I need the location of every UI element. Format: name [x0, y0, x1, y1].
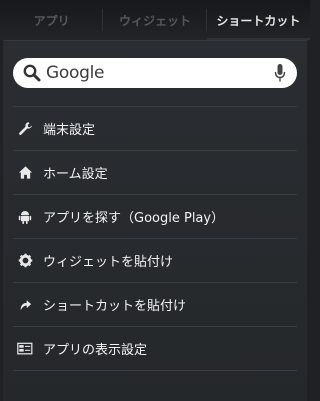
- menu-item-home-settings[interactable]: ホーム設定: [13, 151, 297, 195]
- tab-apps[interactable]: アプリ: [0, 0, 104, 40]
- home-icon: [17, 165, 33, 181]
- app-display-icon: [17, 341, 33, 357]
- wrench-icon: [17, 121, 33, 137]
- android-icon: [17, 209, 33, 225]
- gear-icon: [17, 253, 33, 269]
- microphone-icon[interactable]: [273, 63, 287, 83]
- tab-label: ウィジェット: [118, 13, 191, 28]
- menu-item-paste-shortcut[interactable]: ショートカットを貼付け: [13, 283, 297, 327]
- tab-widgets[interactable]: ウィジェット: [103, 0, 207, 40]
- menu-item-label: ショートカットを貼付け: [43, 299, 187, 314]
- tab-label: アプリ: [33, 13, 70, 28]
- menu-item-find-apps[interactable]: アプリを探す（Google Play）: [13, 195, 297, 239]
- tab-label: ショートカット: [216, 13, 301, 28]
- search-input[interactable]: Google: [46, 63, 273, 83]
- tab-shortcuts[interactable]: ショートカット: [206, 0, 310, 40]
- menu-item-device-settings[interactable]: 端末設定: [13, 107, 297, 151]
- menu-item-label: ウィジェットを貼付け: [43, 255, 174, 270]
- menu-item-paste-widget[interactable]: ウィジェットを貼付け: [13, 239, 297, 283]
- shortcut-arrow-icon: [17, 297, 33, 313]
- menu-item-label: アプリの表示設定: [43, 343, 148, 358]
- menu-list: 端末設定 ホーム設定 アプリを探す（Google Play） ウィジェットを貼付…: [13, 106, 297, 371]
- menu-item-app-display-settings[interactable]: アプリの表示設定: [13, 327, 297, 371]
- tab-bar: アプリ ウィジェット ショートカット: [0, 0, 310, 40]
- menu-item-label: ホーム設定: [43, 167, 108, 182]
- google-search-bar[interactable]: Google: [13, 58, 297, 88]
- menu-item-label: 端末設定: [43, 123, 96, 138]
- menu-item-label: アプリを探す（Google Play）: [43, 211, 225, 226]
- search-icon: [23, 64, 41, 82]
